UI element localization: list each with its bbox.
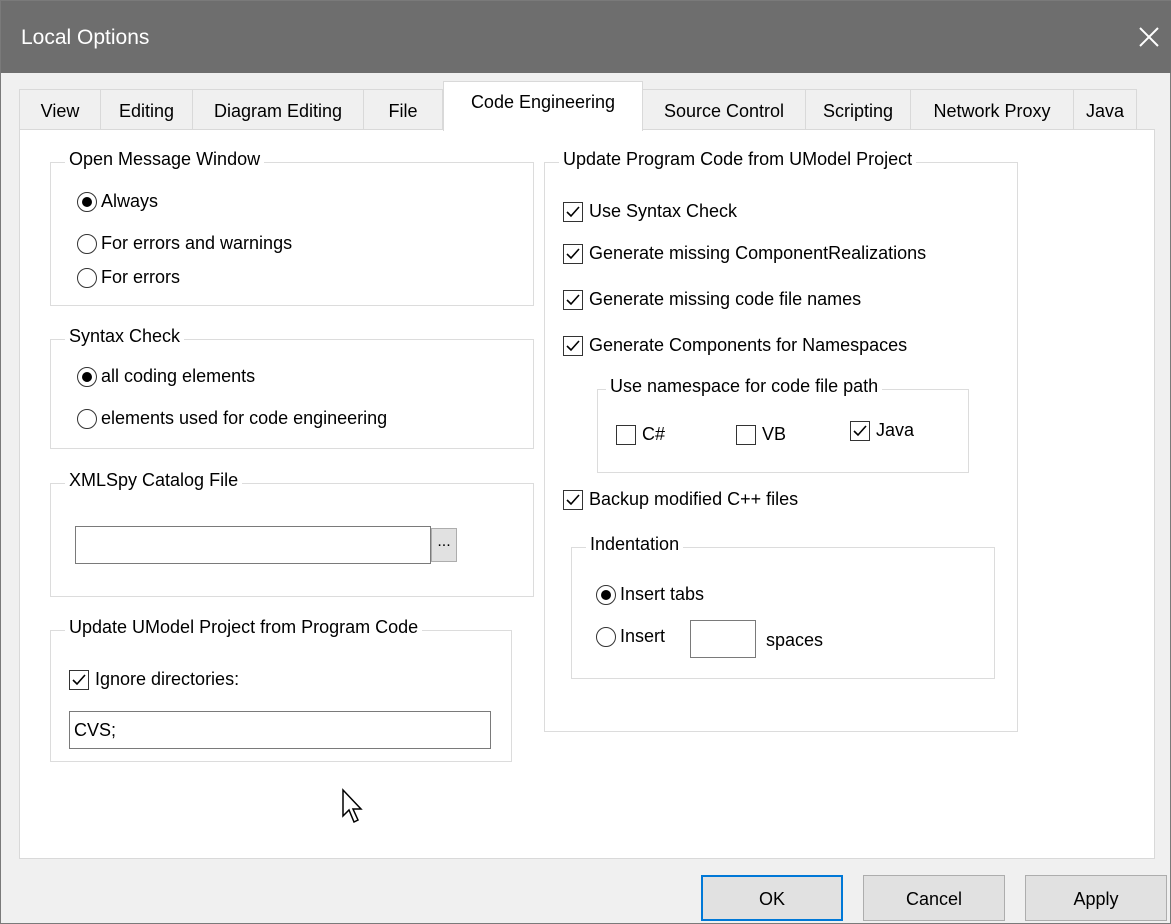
checkbox-checked[interactable] bbox=[563, 243, 583, 264]
window-title: Local Options bbox=[21, 26, 150, 49]
radio-label: Insert tabs bbox=[620, 584, 705, 604]
radio-elements-code-engineering[interactable]: elements used for code engineering bbox=[77, 408, 387, 429]
spaces-label: spaces bbox=[766, 630, 824, 650]
syntax-check-group: Syntax Check all coding elements element… bbox=[50, 326, 534, 449]
update-code-group: Update Program Code from UModel Project … bbox=[544, 149, 1018, 732]
tab-file[interactable]: File bbox=[363, 89, 443, 130]
checkbox-label: Generate missing code file names bbox=[589, 289, 862, 309]
radio-button-selected[interactable] bbox=[77, 191, 97, 212]
radio-all-coding-elements[interactable]: all coding elements bbox=[77, 366, 255, 387]
checkbox-label: Generate Components for Namespaces bbox=[589, 335, 908, 355]
java-checkbox[interactable]: Java bbox=[850, 420, 914, 441]
vb-checkbox[interactable]: VB bbox=[736, 424, 786, 445]
checkbox-label: VB bbox=[762, 424, 787, 444]
checkbox-label: Backup modified C++ files bbox=[589, 489, 799, 509]
indentation-group: Indentation Insert tabs Insert spaces bbox=[571, 534, 995, 679]
gen-components-namespaces-checkbox[interactable]: Generate Components for Namespaces bbox=[563, 335, 907, 356]
radio-button[interactable] bbox=[596, 626, 616, 647]
radio-insert-tabs[interactable]: Insert tabs bbox=[596, 584, 704, 605]
radio-errors[interactable]: For errors bbox=[77, 267, 180, 288]
update-umodel-group: Update UModel Project from Program Code … bbox=[50, 617, 512, 762]
checkbox-label: Generate missing ComponentRealizations bbox=[589, 243, 927, 263]
apply-button[interactable]: Apply bbox=[1025, 875, 1167, 921]
spaces-count-input[interactable] bbox=[690, 620, 756, 658]
group-title: Update UModel Project from Program Code bbox=[65, 617, 423, 638]
tab-view[interactable]: View bbox=[19, 89, 101, 130]
radio-button[interactable] bbox=[77, 408, 97, 429]
radio-label: elements used for code engineering bbox=[101, 408, 388, 428]
group-title: Indentation bbox=[586, 534, 684, 555]
gen-code-file-names-checkbox[interactable]: Generate missing code file names bbox=[563, 289, 861, 310]
radio-insert-spaces[interactable]: Insert bbox=[596, 626, 665, 647]
checkbox-checked[interactable] bbox=[850, 420, 870, 441]
group-title: Use namespace for code file path bbox=[606, 376, 883, 397]
ignore-directories-input[interactable] bbox=[69, 711, 491, 749]
code-engineering-panel: Open Message Window Always For errors an… bbox=[19, 129, 1155, 859]
checkbox-label: C# bbox=[642, 424, 666, 444]
checkbox-checked[interactable] bbox=[563, 289, 583, 310]
tab-code-engineering[interactable]: Code Engineering bbox=[443, 81, 643, 131]
ignore-directories-checkbox[interactable]: Ignore directories: bbox=[69, 669, 239, 690]
tab-editing[interactable]: Editing bbox=[100, 89, 193, 130]
radio-label: Insert bbox=[620, 626, 666, 646]
checkbox-unchecked[interactable] bbox=[616, 424, 636, 445]
group-title: Update Program Code from UModel Project bbox=[559, 149, 917, 170]
group-title: XMLSpy Catalog File bbox=[65, 470, 243, 491]
ok-button[interactable]: OK bbox=[701, 875, 843, 921]
tab-network-proxy[interactable]: Network Proxy bbox=[910, 89, 1074, 130]
radio-button-selected[interactable] bbox=[77, 366, 97, 387]
radio-button[interactable] bbox=[77, 267, 97, 288]
backup-cpp-checkbox[interactable]: Backup modified C++ files bbox=[563, 489, 798, 510]
browse-button[interactable]: ... bbox=[431, 528, 457, 562]
radio-errors-warnings[interactable]: For errors and warnings bbox=[77, 233, 292, 254]
tab-source-control[interactable]: Source Control bbox=[642, 89, 806, 130]
xmlspy-catalog-group: XMLSpy Catalog File ... bbox=[50, 470, 534, 597]
catalog-file-input[interactable] bbox=[75, 526, 431, 564]
title-bar: Local Options bbox=[1, 1, 1171, 73]
csharp-checkbox[interactable]: C# bbox=[616, 424, 665, 445]
radio-label: For errors and warnings bbox=[101, 233, 293, 253]
tab-diagram-editing[interactable]: Diagram Editing bbox=[192, 89, 364, 130]
close-icon[interactable] bbox=[1129, 15, 1169, 59]
checkbox-checked[interactable] bbox=[563, 201, 583, 222]
radio-label: all coding elements bbox=[101, 366, 256, 386]
open-message-window-group: Open Message Window Always For errors an… bbox=[50, 149, 534, 306]
namespace-path-group: Use namespace for code file path C# VB J… bbox=[597, 376, 969, 473]
tab-java[interactable]: Java bbox=[1073, 89, 1137, 130]
checkbox-checked[interactable] bbox=[563, 489, 583, 510]
checkbox-checked[interactable] bbox=[69, 669, 89, 690]
radio-button-selected[interactable] bbox=[596, 584, 616, 605]
checkbox-unchecked[interactable] bbox=[736, 424, 756, 445]
radio-label: Always bbox=[101, 191, 159, 211]
radio-always[interactable]: Always bbox=[77, 191, 158, 212]
mouse-cursor-icon bbox=[342, 788, 363, 824]
checkbox-checked[interactable] bbox=[563, 335, 583, 356]
tab-scripting[interactable]: Scripting bbox=[805, 89, 911, 130]
local-options-dialog: Local Options View Editing Diagram Editi… bbox=[0, 0, 1171, 924]
radio-label: For errors bbox=[101, 267, 181, 287]
group-title: Open Message Window bbox=[65, 149, 265, 170]
gen-component-realizations-checkbox[interactable]: Generate missing ComponentRealizations bbox=[563, 243, 926, 264]
checkbox-label: Java bbox=[876, 420, 915, 440]
radio-button[interactable] bbox=[77, 233, 97, 254]
use-syntax-check-checkbox[interactable]: Use Syntax Check bbox=[563, 201, 737, 222]
cancel-button[interactable]: Cancel bbox=[863, 875, 1005, 921]
checkbox-label: Use Syntax Check bbox=[589, 201, 738, 221]
checkbox-label: Ignore directories: bbox=[95, 669, 240, 689]
group-title: Syntax Check bbox=[65, 326, 185, 347]
